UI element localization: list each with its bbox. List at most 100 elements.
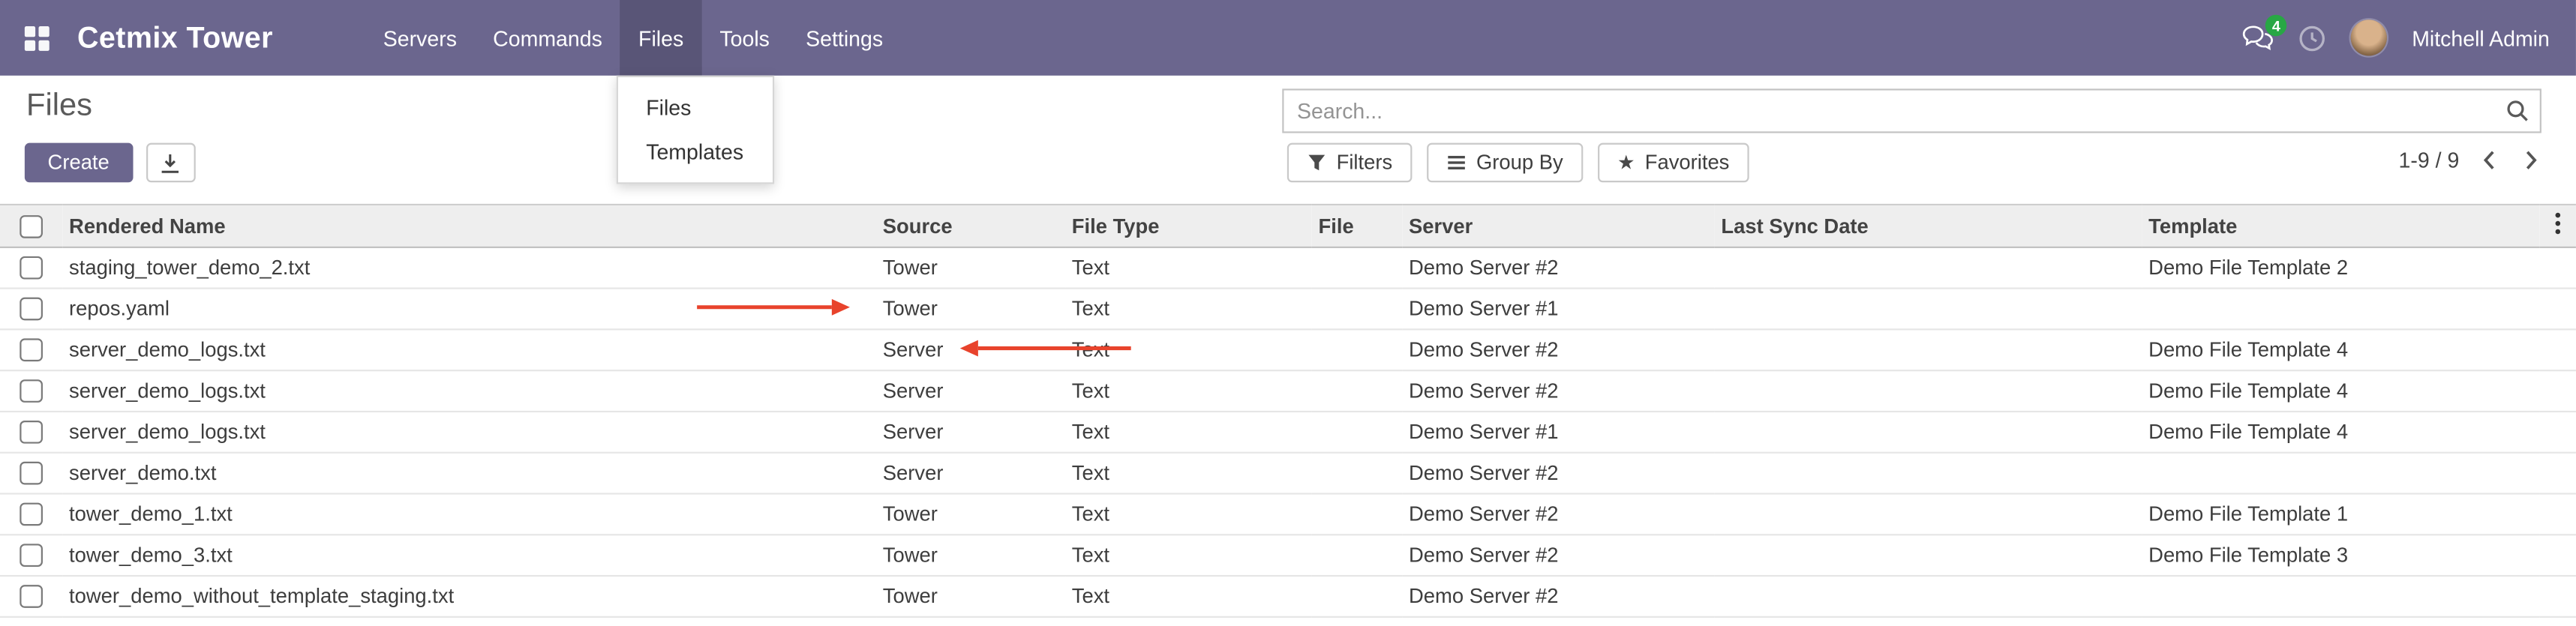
dropdown-item-files[interactable]: Files — [618, 85, 773, 130]
user-avatar[interactable] — [2351, 19, 2387, 55]
filters-button[interactable]: Filters — [1287, 143, 1413, 183]
column-header-file[interactable]: File — [1312, 205, 1403, 247]
cell-file-type: Text — [1065, 535, 1312, 576]
cell-source: Server — [876, 453, 1065, 494]
cell-file — [1312, 494, 1403, 535]
apps-menu-button[interactable] — [20, 24, 61, 52]
download-icon — [160, 152, 181, 173]
navbar-right-cluster: 4 Mitchell Admin — [2242, 19, 2556, 55]
vertical-dots-icon — [2554, 212, 2561, 235]
messages-button[interactable]: 4 — [2242, 25, 2274, 51]
cell-source: Tower — [876, 576, 1065, 617]
row-checkbox[interactable] — [20, 421, 43, 445]
cell-file-type: Text — [1065, 370, 1312, 412]
app-brand[interactable]: Cetmix Tower — [77, 20, 273, 55]
pager-next-button[interactable] — [2520, 146, 2541, 174]
cell-template: Demo File Template 3 — [2142, 535, 2539, 576]
search-input[interactable] — [1283, 91, 2493, 132]
cell-source: Tower — [876, 247, 1065, 289]
pager: 1-9 / 9 — [2399, 146, 2541, 174]
cell-server: Demo Server #2 — [1402, 535, 1714, 576]
menu-servers[interactable]: Servers — [365, 0, 475, 76]
menu-commands[interactable]: Commands — [475, 0, 620, 76]
cell-last-sync-date — [1715, 329, 2142, 370]
pager-previous-button[interactable] — [2479, 146, 2500, 174]
group-by-bars-icon — [1447, 153, 1467, 172]
group-by-button[interactable]: Group By — [1427, 143, 1583, 183]
cell-template: Demo File Template 4 — [2142, 412, 2539, 453]
dropdown-item-templates[interactable]: Templates — [618, 130, 773, 174]
column-header-source[interactable]: Source — [876, 205, 1065, 247]
cell-file — [1312, 576, 1403, 617]
cell-file — [1312, 247, 1403, 289]
table-row[interactable]: server_demo.txt Server Text Demo Server … — [0, 453, 2576, 494]
cell-source: Tower — [876, 535, 1065, 576]
export-button[interactable] — [146, 143, 195, 183]
row-checkbox[interactable] — [20, 586, 43, 609]
table-row[interactable]: tower_demo_1.txt Tower Text Demo Server … — [0, 494, 2576, 535]
cell-template: Demo File Template 1 — [2142, 494, 2539, 535]
row-checkbox[interactable] — [20, 463, 43, 486]
user-name[interactable]: Mitchell Admin — [2412, 25, 2550, 50]
cell-file-type: Text — [1065, 247, 1312, 289]
column-header-file-type[interactable]: File Type — [1065, 205, 1312, 247]
cell-server: Demo Server #2 — [1402, 329, 1714, 370]
menu-files[interactable]: Files — [620, 0, 701, 76]
row-checkbox[interactable] — [20, 544, 43, 568]
cell-last-sync-date — [1715, 289, 2142, 330]
cell-file — [1312, 453, 1403, 494]
table-row[interactable]: repos.yaml Tower Text Demo Server #1 — [0, 289, 2576, 330]
row-checkbox[interactable] — [20, 257, 43, 280]
table-row[interactable]: tower_demo_without_template_staging.txt … — [0, 576, 2576, 617]
cell-template: Demo File Template 4 — [2142, 329, 2539, 370]
row-checkbox[interactable] — [20, 503, 43, 526]
cell-source: Server — [876, 370, 1065, 412]
row-checkbox[interactable] — [20, 380, 43, 403]
cell-file-type: Text — [1065, 412, 1312, 453]
column-header-server[interactable]: Server — [1402, 205, 1714, 247]
cell-last-sync-date — [1715, 494, 2142, 535]
menu-tools[interactable]: Tools — [701, 0, 788, 76]
cell-last-sync-date — [1715, 535, 2142, 576]
cell-rendered-name: server_demo_logs.txt — [62, 370, 876, 412]
pager-range: 1-9 / 9 — [2399, 148, 2460, 172]
table-row[interactable]: staging_tower_demo_2.txt Tower Text Demo… — [0, 247, 2576, 289]
chevron-right-icon — [2523, 149, 2538, 170]
column-header-rendered-name[interactable]: Rendered Name — [62, 205, 876, 247]
cell-server: Demo Server #2 — [1402, 247, 1714, 289]
cell-template — [2142, 576, 2539, 617]
filter-row: Filters Group By ★ Favorites — [1287, 143, 1749, 183]
cell-template: Demo File Template 2 — [2142, 247, 2539, 289]
cell-rendered-name: tower_demo_1.txt — [62, 494, 876, 535]
optional-columns-toggle[interactable] — [2540, 205, 2576, 247]
favorites-label: Favorites — [1645, 151, 1730, 175]
column-header-template[interactable]: Template — [2142, 205, 2539, 247]
favorites-button[interactable]: ★ Favorites — [1598, 143, 1749, 183]
row-checkbox[interactable] — [20, 298, 43, 321]
main-menu: Servers Commands Files Tools Settings — [365, 0, 902, 76]
search-button[interactable] — [2493, 98, 2539, 123]
cell-file — [1312, 412, 1403, 453]
cell-last-sync-date — [1715, 370, 2142, 412]
row-checkbox[interactable] — [20, 339, 43, 362]
cell-rendered-name: repos.yaml — [62, 289, 876, 330]
cell-file-type: Text — [1065, 576, 1312, 617]
cell-rendered-name: server_demo.txt — [62, 453, 876, 494]
cell-source: Tower — [876, 289, 1065, 330]
table-row[interactable]: server_demo_logs.txt Server Text Demo Se… — [0, 370, 2576, 412]
cell-file — [1312, 289, 1403, 330]
cell-server: Demo Server #1 — [1402, 412, 1714, 453]
activities-button[interactable] — [2298, 24, 2326, 52]
page-title: Files — [26, 88, 92, 124]
table-row[interactable]: server_demo_logs.txt Server Text Demo Se… — [0, 329, 2576, 370]
menu-settings[interactable]: Settings — [788, 0, 901, 76]
table-row[interactable]: tower_demo_3.txt Tower Text Demo Server … — [0, 535, 2576, 576]
select-all-checkbox[interactable] — [20, 215, 43, 238]
cell-template — [2142, 289, 2539, 330]
column-header-last-sync-date[interactable]: Last Sync Date — [1715, 205, 2142, 247]
cell-server: Demo Server #2 — [1402, 453, 1714, 494]
table-row[interactable]: server_demo_logs.txt Server Text Demo Se… — [0, 412, 2576, 453]
control-panel: Files Create — [0, 76, 2576, 204]
cell-template: Demo File Template 4 — [2142, 370, 2539, 412]
create-button[interactable]: Create — [25, 143, 133, 183]
